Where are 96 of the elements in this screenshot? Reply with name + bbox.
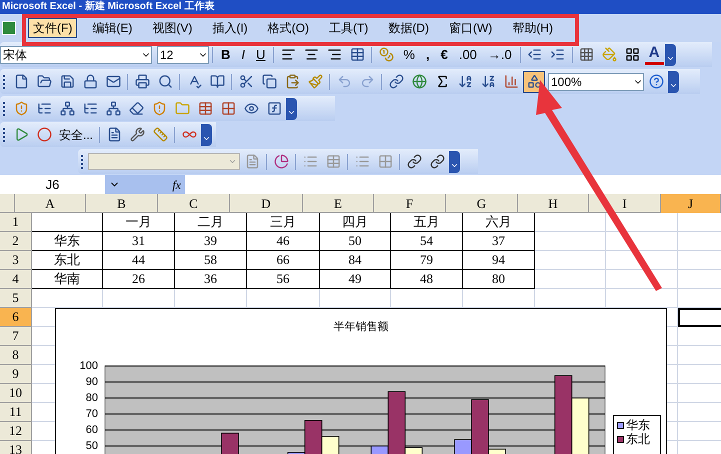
y-axis-label: 50: [86, 440, 98, 452]
table-cell: [535, 251, 606, 270]
table-cell: 39: [175, 232, 247, 251]
table-cell: 31: [103, 232, 175, 251]
legend-label: 华东: [626, 419, 650, 432]
row-header[interactable]: 12: [0, 422, 32, 441]
column-header[interactable]: G: [446, 194, 518, 213]
menu-item[interactable]: 帮助(H): [507, 18, 558, 38]
table-cell: 37: [463, 232, 535, 251]
chart-area[interactable]: 半年销售额 50 60 70 80 90 100 华东 东北: [55, 308, 667, 454]
column-header[interactable]: C: [158, 194, 230, 213]
y-axis-label: 60: [86, 424, 98, 436]
menu-item[interactable]: 文件(F): [28, 18, 78, 38]
percent-button[interactable]: %: [398, 44, 420, 64]
legend-label: 东北: [626, 433, 650, 446]
selected-cell[interactable]: [678, 308, 721, 327]
font-size-field[interactable]: 12: [157, 46, 209, 64]
menu-item[interactable]: 格式(O): [262, 18, 314, 38]
row-header[interactable]: 11: [0, 403, 32, 422]
table-cell: 94: [463, 251, 535, 270]
menu-item[interactable]: 插入(I): [207, 18, 253, 38]
column-header[interactable]: J: [661, 194, 721, 213]
row-header[interactable]: 7: [0, 327, 32, 346]
font-field[interactable]: 宋体: [0, 46, 152, 64]
underline-button[interactable]: U: [251, 44, 270, 64]
column-header[interactable]: E: [303, 194, 374, 213]
table-cell: [535, 232, 606, 251]
table-cell: 东北: [32, 251, 103, 270]
comma-button[interactable]: ,: [420, 44, 435, 64]
column-header[interactable]: F: [374, 194, 446, 213]
menu-item[interactable]: 数据(D): [383, 18, 434, 38]
column-header[interactable]: D: [230, 194, 303, 213]
toolbar-grip[interactable]: [3, 102, 6, 116]
bold-button[interactable]: B: [216, 44, 236, 64]
table-cell: 26: [103, 270, 175, 289]
y-axis-label: 70: [86, 408, 98, 420]
row-header[interactable]: 3: [0, 251, 32, 270]
table-cell: 四月: [320, 213, 391, 232]
toolbar-grip[interactable]: [81, 154, 84, 168]
table-cell: 46: [247, 232, 320, 251]
table-cell: 50: [320, 232, 391, 251]
menu-item[interactable]: 窗口(W): [444, 18, 498, 38]
table-cell: 36: [175, 270, 247, 289]
menu-item[interactable]: 视图(V): [147, 18, 198, 38]
toolbar-options-icon[interactable]: [449, 150, 460, 172]
table-cell: 六月: [463, 213, 535, 232]
decrease-decimal-button[interactable]: →.0: [482, 44, 517, 64]
table-cell: 49: [320, 270, 391, 289]
row-header[interactable]: 8: [0, 346, 32, 365]
table-cell: 华南: [32, 270, 103, 289]
row-header[interactable]: 4: [0, 270, 32, 289]
toolbar-grip[interactable]: [3, 128, 6, 142]
table-cell: 56: [247, 270, 320, 289]
excel-app-icon[interactable]: [2, 21, 16, 35]
menu-item[interactable]: 工具(T): [324, 18, 374, 38]
row-header[interactable]: 9: [0, 365, 32, 384]
row-header[interactable]: 1: [0, 213, 32, 232]
chart-title: 半年销售额: [334, 320, 388, 335]
table-cell: 80: [463, 270, 535, 289]
toolbar-options-icon[interactable]: [201, 124, 212, 146]
table-cell: 66: [247, 251, 320, 270]
table-cell: 84: [320, 251, 391, 270]
table-cell: [535, 270, 606, 289]
window-title: Microsoft Excel - 新建 Microsoft Excel 工作表: [2, 1, 214, 13]
toolbar-options-icon[interactable]: [286, 98, 297, 120]
y-axis-label: 90: [86, 376, 98, 388]
column-header[interactable]: B: [86, 194, 158, 213]
row-header[interactable]: 2: [0, 232, 32, 251]
increase-decimal-button[interactable]: .00: [454, 44, 482, 64]
toolbar-options-icon[interactable]: [668, 70, 679, 92]
table-cell: 48: [391, 270, 463, 289]
table-cell: [32, 213, 103, 232]
italic-button[interactable]: I: [236, 44, 250, 64]
table-cell: 二月: [175, 213, 247, 232]
menu-item[interactable]: 编辑(E): [87, 18, 138, 38]
toolbar-options-icon[interactable]: [664, 44, 676, 66]
euro-button[interactable]: €: [436, 44, 453, 64]
row-header[interactable]: 5: [0, 289, 32, 308]
security-button[interactable]: 安全...: [56, 124, 96, 144]
table-cell: 五月: [391, 213, 463, 232]
table-cell: 三月: [247, 213, 320, 232]
insert-function-button[interactable]: fx: [172, 176, 181, 194]
y-axis-label: 100: [80, 360, 98, 372]
table-cell: [535, 213, 606, 232]
table-cell: 一月: [103, 213, 175, 232]
table-cell: 58: [175, 251, 247, 270]
column-header[interactable]: H: [518, 194, 589, 213]
table-cell: 华东: [32, 232, 103, 251]
table-cell: 44: [103, 251, 175, 270]
y-axis-label: 80: [86, 392, 98, 404]
row-header[interactable]: 10: [0, 384, 32, 403]
row-header[interactable]: 6: [0, 308, 32, 327]
toolbar-grip[interactable]: [3, 74, 6, 88]
table-cell: 54: [391, 232, 463, 251]
zoom-field[interactable]: 100%: [548, 72, 644, 90]
table-cell: 79: [391, 251, 463, 270]
